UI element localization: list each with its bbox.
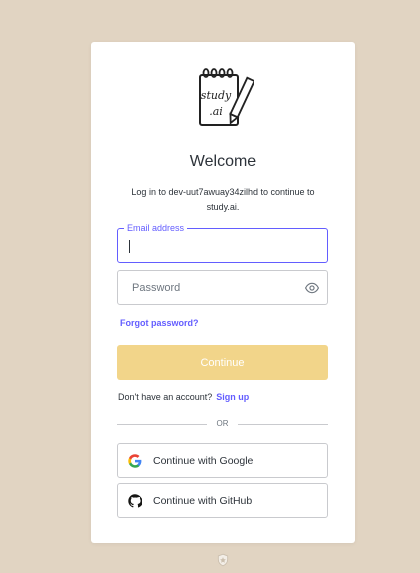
study-ai-logo: study .ai <box>199 68 254 126</box>
eye-icon[interactable] <box>305 281 319 295</box>
signup-link[interactable]: Sign up <box>216 392 249 402</box>
continue-with-google-button[interactable]: Continue with Google <box>117 443 328 478</box>
page-title: Welcome <box>189 153 257 170</box>
password-input[interactable] <box>118 271 327 304</box>
continue-button[interactable]: Continue <box>117 345 328 380</box>
or-divider: OR <box>117 418 328 430</box>
password-field[interactable] <box>117 270 328 305</box>
text-cursor <box>129 240 130 253</box>
login-subtitle: Log in to dev-uut7awuay34zilhd to contin… <box>131 187 315 212</box>
forgot-password-link[interactable]: Forgot password? <box>120 318 199 328</box>
google-icon <box>128 453 142 468</box>
logo-text-line1: study <box>201 89 232 102</box>
continue-with-github-button[interactable]: Continue with GitHub <box>117 483 328 518</box>
github-button-label: Continue with GitHub <box>153 494 253 507</box>
email-field[interactable]: Email address <box>117 222 328 263</box>
signup-prompt: Don't have an account? Sign up <box>118 392 249 402</box>
email-input[interactable] <box>118 229 327 262</box>
login-card: study .ai Welcome Log in to dev-uut7awua… <box>91 42 355 543</box>
shield-icon <box>217 553 229 567</box>
logo-text-line2: .ai <box>209 105 223 118</box>
github-icon <box>128 493 142 507</box>
signup-prompt-text: Don't have an account? <box>118 392 213 402</box>
divider-line-right <box>238 424 328 425</box>
google-button-label: Continue with Google <box>153 454 254 467</box>
